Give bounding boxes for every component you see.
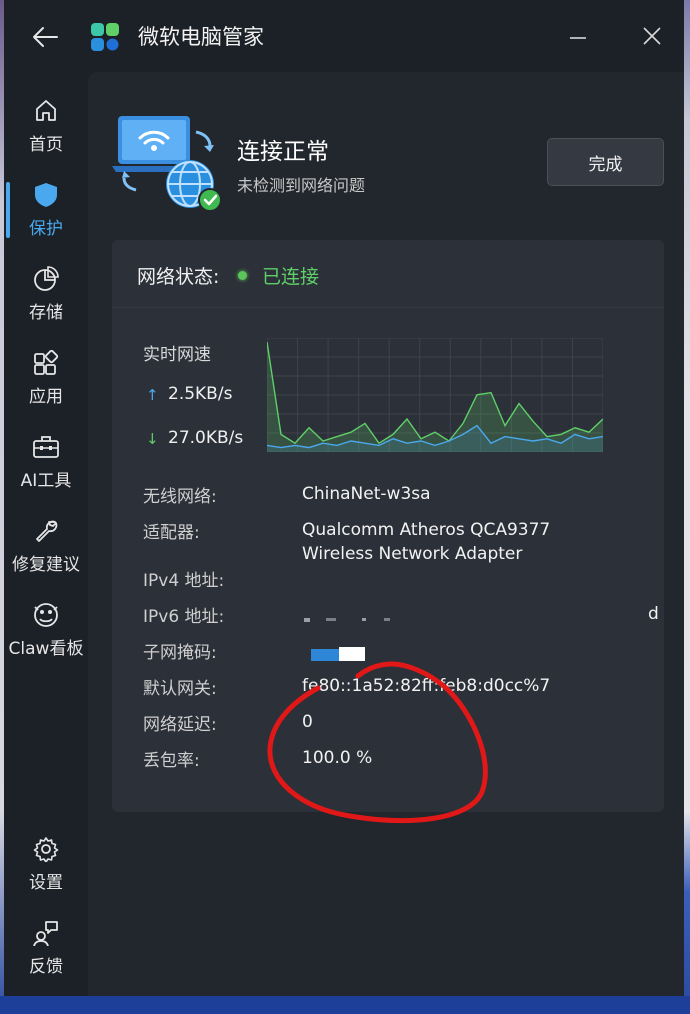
status-dot-icon [238, 271, 247, 280]
sidebar-item-storage[interactable]: 存储 [4, 264, 88, 340]
done-button[interactable]: 完成 [547, 138, 664, 186]
info-value: Qualcomm Atheros QCA9377 [302, 520, 551, 540]
info-key: IPv6 地址: [143, 607, 225, 627]
content-panel: 连接正常 未检测到网络问题 完成 网络状态: 已连接 实时网速 ↑ 2.5KB/… [88, 72, 684, 996]
info-key: 子网掩码: [143, 643, 217, 663]
info-key: 默认网关: [143, 679, 217, 699]
home-icon [36, 100, 56, 121]
minimize-button[interactable] [564, 24, 592, 52]
info-key: 适配器: [143, 523, 200, 543]
sidebar-item-home[interactable]: 首页 [4, 96, 88, 172]
sidebar-item-label: 存储 [29, 303, 63, 323]
shield-icon [35, 183, 57, 207]
status-subtitle: 未检测到网络问题 [237, 176, 366, 195]
close-button[interactable] [638, 22, 666, 50]
sidebar-item-settings[interactable]: 设置 [4, 834, 88, 910]
arrow-left-icon [33, 27, 58, 47]
toolbox-icon [33, 436, 59, 458]
redacted-ipv6 [304, 618, 390, 622]
realtime-speed-label: 实时网速 [143, 345, 211, 365]
sidebar-item-ai-tools[interactable]: AI工具 [4, 432, 88, 508]
download-speed: 27.0KB/s [168, 428, 244, 448]
info-value: ChinaNet-w3sa [302, 484, 431, 504]
status-title: 连接正常 [237, 139, 329, 165]
minimize-icon [570, 37, 586, 39]
network-status-header: 网络状态: 已连接 [112, 240, 664, 308]
sidebar-item-label: AI工具 [20, 471, 72, 491]
sidebar-item-label: Claw看板 [8, 639, 84, 659]
gear-icon [33, 837, 59, 862]
sidebar-item-protect[interactable]: 保护 [4, 180, 88, 256]
close-icon [643, 27, 661, 45]
pie-chart-icon [34, 266, 59, 291]
redacted-subnet-mark [311, 649, 339, 661]
info-value: fe80::1a52:82ff:feb8:d0cc%7 [302, 676, 551, 696]
info-value-line2: Wireless Network Adapter [302, 544, 523, 564]
sidebar-item-label: 首页 [29, 135, 63, 155]
info-key: 网络延迟: [143, 715, 217, 735]
apps-icon [34, 350, 59, 375]
info-value: 100.0 % [302, 748, 373, 768]
sidebar-item-label: 设置 [29, 873, 63, 893]
upload-arrow-icon: ↑ [146, 386, 159, 404]
upload-speed: 2.5KB/s [168, 384, 233, 404]
sidebar-item-label: 应用 [29, 387, 63, 407]
sidebar-item-claw[interactable]: Claw看板 [4, 600, 88, 676]
app-window: 微软电脑管家 首页 保护 存储 应用 AI工具 修复建议 Claw看板 设置 反… [4, 0, 684, 996]
back-button[interactable] [28, 20, 62, 54]
sidebar-item-repair[interactable]: 修复建议 [4, 516, 88, 592]
network-ok-icon [112, 116, 222, 212]
taskbar [0, 996, 690, 1014]
sidebar-item-apps[interactable]: 应用 [4, 348, 88, 424]
desktop-edge-right [684, 0, 690, 1014]
claw-icon [34, 603, 58, 627]
app-logo-icon [91, 23, 119, 51]
feedback-icon [33, 921, 58, 946]
sidebar: 首页 保护 存储 应用 AI工具 修复建议 Claw看板 设置 反馈 [4, 82, 88, 996]
speed-graph [267, 338, 603, 452]
info-key: 无线网络: [143, 487, 217, 507]
sidebar-item-label: 反馈 [29, 957, 63, 977]
network-status-value: 已连接 [262, 266, 320, 288]
info-value: 0 [302, 712, 313, 732]
network-card: 网络状态: 已连接 实时网速 ↑ 2.5KB/s ↓ 27.0KB/s 无线网络… [112, 240, 664, 812]
redacted-subnet-mark [339, 647, 365, 661]
title-bar: 微软电脑管家 [4, 0, 684, 72]
info-key: IPv4 地址: [143, 571, 225, 591]
network-status-label: 网络状态: [137, 266, 220, 288]
wrench-icon [36, 520, 58, 542]
sidebar-item-label: 保护 [29, 219, 63, 239]
download-arrow-icon: ↓ [146, 430, 159, 448]
sidebar-item-label: 修复建议 [12, 555, 80, 575]
info-key: 丢包率: [143, 751, 200, 771]
sidebar-item-feedback[interactable]: 反馈 [4, 918, 88, 994]
app-title: 微软电脑管家 [138, 25, 264, 49]
